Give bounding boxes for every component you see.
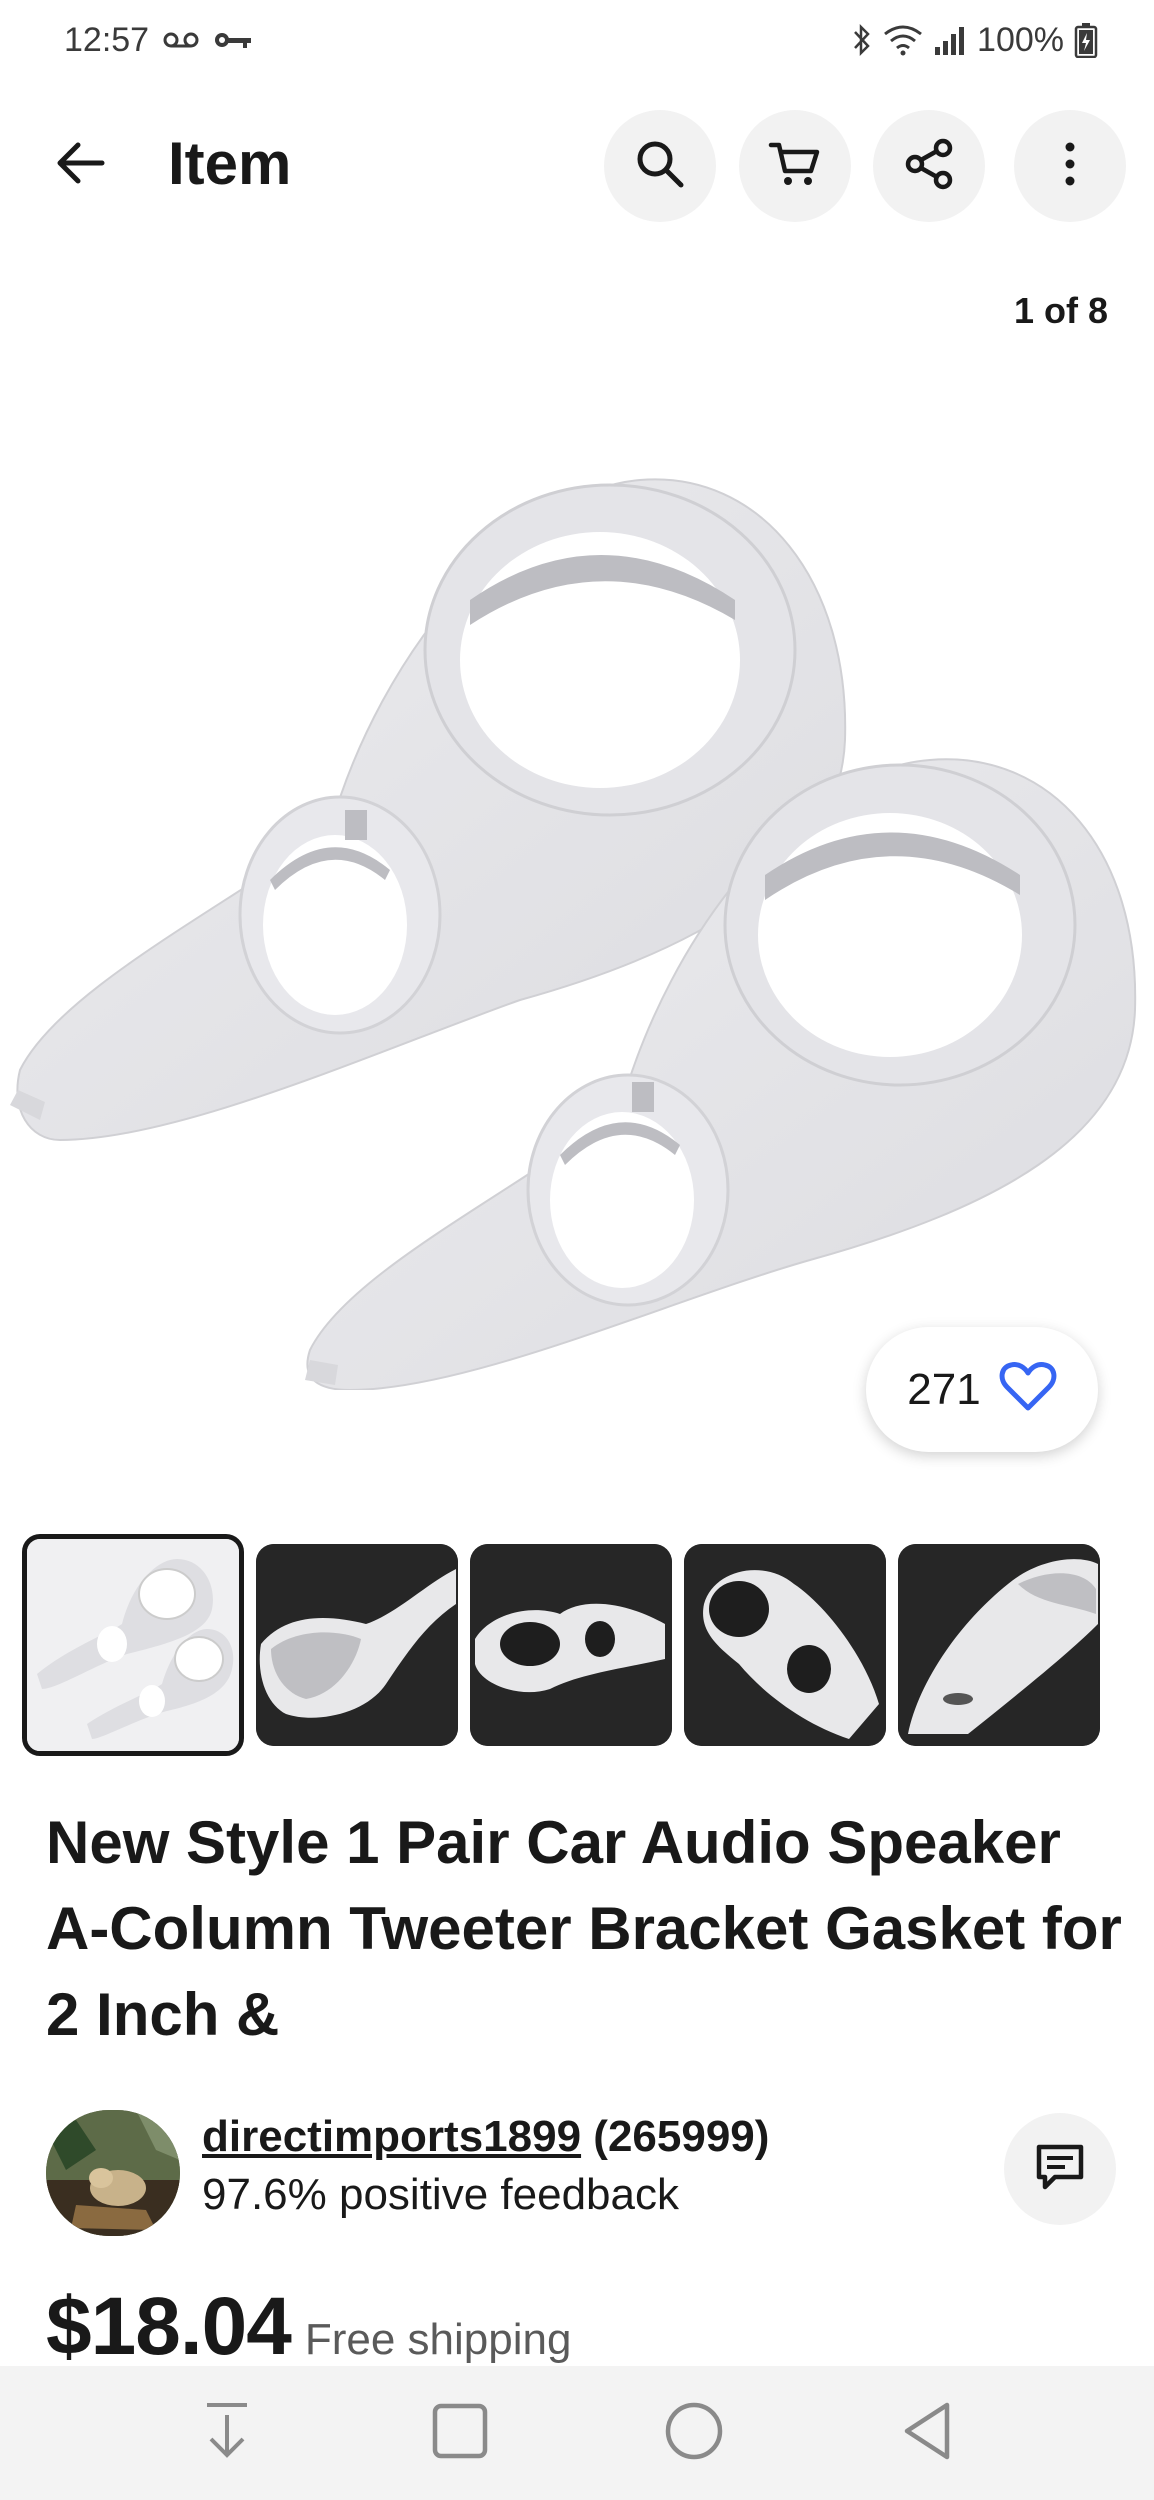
item-price: $18.04 — [46, 2281, 292, 2372]
more-vert-icon — [1062, 139, 1078, 194]
thumbnail-strip — [22, 1532, 1154, 1757]
battery-icon — [1074, 22, 1098, 58]
nav-recents-button[interactable] — [410, 2383, 510, 2483]
thumbnail-4[interactable] — [684, 1544, 886, 1746]
image-counter: 1 of 8 — [1013, 290, 1108, 331]
download-icon — [201, 2401, 253, 2466]
nav-back-button[interactable] — [877, 2383, 977, 2483]
thumbnail-2[interactable] — [256, 1544, 458, 1746]
thumbnail-3[interactable] — [470, 1544, 672, 1746]
shipping-info: Free shipping — [304, 2315, 572, 2364]
nav-home-button[interactable] — [644, 2383, 744, 2483]
price-row: $18.04 Free shipping — [46, 2280, 571, 2374]
nav-download-button[interactable] — [177, 2383, 277, 2483]
watch-count: 271 — [907, 1364, 981, 1414]
home-icon — [664, 2401, 724, 2466]
cart-button[interactable] — [739, 110, 851, 222]
cart-icon — [767, 137, 823, 196]
contact-seller-button[interactable] — [1004, 2113, 1116, 2225]
seller-info: directimports1899 (265999) 97.6% positiv… — [46, 2110, 1116, 2240]
page-title: Item — [168, 130, 292, 197]
product-title: New Style 1 Pair Car Audio Speaker A-Col… — [46, 1809, 1122, 2048]
message-icon — [1033, 2141, 1087, 2198]
watch-button[interactable]: 271 — [866, 1327, 1098, 1452]
voicemail-icon — [163, 29, 199, 51]
signal-icon — [933, 25, 967, 55]
bluetooth-icon — [851, 23, 873, 57]
battery-percent: 100% — [977, 20, 1064, 59]
product-image — [10, 478, 1137, 1390]
more-options-button[interactable] — [1014, 110, 1126, 222]
key-icon — [213, 29, 253, 51]
app-header: Item — [0, 100, 1154, 230]
system-nav-bar — [0, 2366, 1154, 2500]
thumbnail-5[interactable] — [898, 1544, 1100, 1746]
status-time: 12:57 — [64, 20, 150, 59]
heart-icon — [999, 1361, 1057, 1418]
recents-icon — [432, 2403, 488, 2464]
seller-name-link[interactable]: directimports1899 — [202, 2112, 581, 2161]
search-button[interactable] — [604, 110, 716, 222]
thumbnail-1[interactable] — [22, 1534, 244, 1756]
back-icon — [901, 2401, 953, 2466]
share-button[interactable] — [873, 110, 985, 222]
seller-name-line: directimports1899 (265999) — [202, 2112, 769, 2162]
share-icon — [902, 137, 956, 196]
search-icon — [633, 137, 687, 196]
seller-score: (265999) — [593, 2112, 770, 2161]
image-gallery[interactable]: 1 of 8 271 — [0, 240, 1154, 1500]
back-arrow-icon — [54, 141, 106, 190]
status-bar: 12:57 100% — [0, 0, 1154, 80]
wifi-icon — [883, 24, 923, 56]
back-button[interactable] — [40, 125, 120, 205]
seller-feedback: 97.6% positive feedback — [202, 2170, 679, 2219]
seller-avatar[interactable] — [46, 2110, 180, 2236]
